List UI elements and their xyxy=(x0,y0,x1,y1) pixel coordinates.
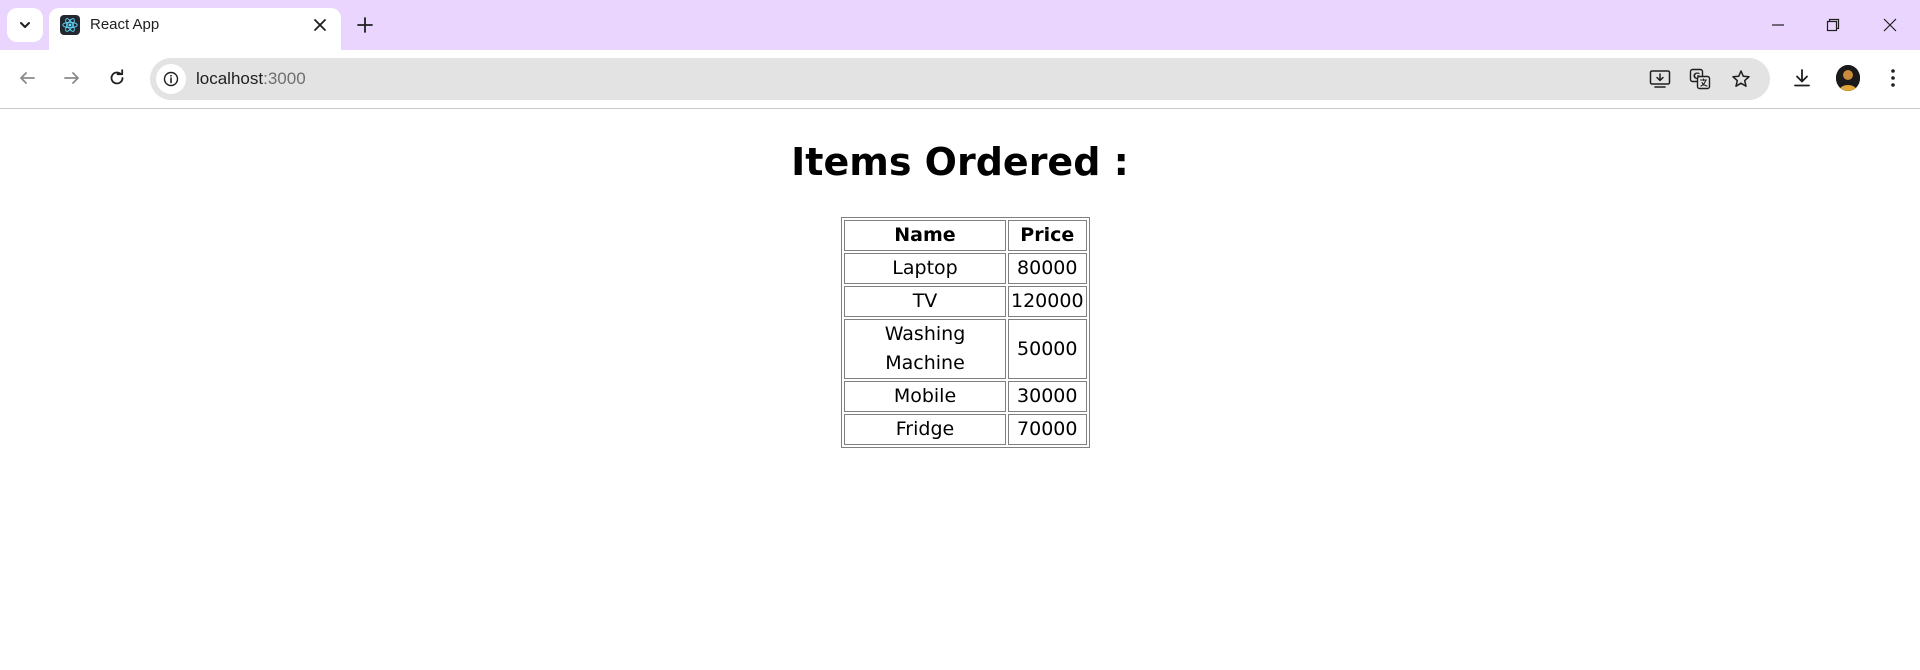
site-info-button[interactable] xyxy=(156,64,186,94)
star-icon xyxy=(1732,70,1750,87)
cell-name: Fridge xyxy=(844,414,1006,445)
table-row: TV 120000 xyxy=(844,286,1087,317)
reload-button[interactable] xyxy=(101,62,133,94)
close-icon xyxy=(314,19,326,31)
menu-button[interactable] xyxy=(1877,62,1909,94)
tab-search-button[interactable] xyxy=(7,8,43,42)
page-title: Items Ordered : xyxy=(791,140,1129,184)
reload-icon xyxy=(110,69,124,85)
cell-price: 30000 xyxy=(1008,381,1087,412)
cell-price: 50000 xyxy=(1008,319,1087,379)
downloads-button[interactable] xyxy=(1786,62,1818,94)
kebab-menu-icon xyxy=(1891,69,1895,87)
url-host: localhost xyxy=(196,69,264,88)
info-icon xyxy=(163,71,179,87)
translate-button[interactable]: G xyxy=(1687,66,1713,92)
restore-button[interactable] xyxy=(1815,10,1851,40)
close-icon xyxy=(1883,18,1897,32)
tab-close-button[interactable] xyxy=(309,14,331,36)
react-logo-icon xyxy=(60,15,80,35)
cell-name: TV xyxy=(844,286,1006,317)
cell-name: Mobile xyxy=(844,381,1006,412)
minimize-button[interactable] xyxy=(1760,10,1796,40)
arrow-right-icon xyxy=(64,72,79,84)
column-header-name: Name xyxy=(844,220,1006,251)
install-app-button[interactable] xyxy=(1647,66,1673,92)
minimize-icon xyxy=(1772,24,1784,26)
new-tab-button[interactable] xyxy=(352,12,378,38)
back-button[interactable] xyxy=(11,62,43,94)
table-header-row: Name Price xyxy=(844,220,1087,251)
cell-name: Washing Machine xyxy=(844,319,1006,379)
avatar-icon xyxy=(1836,65,1860,91)
cell-price: 70000 xyxy=(1008,414,1087,445)
tab-title: React App xyxy=(90,16,160,33)
install-app-icon xyxy=(1649,70,1671,88)
table-row: Washing Machine 50000 xyxy=(844,319,1087,379)
arrow-left-icon xyxy=(20,72,35,84)
url-text[interactable]: localhost:3000 xyxy=(196,69,306,89)
cell-price: 120000 xyxy=(1008,286,1087,317)
page-viewport: Items Ordered : Name Price Laptop 80000 … xyxy=(0,109,1920,670)
cell-name: Laptop xyxy=(844,253,1006,284)
plus-icon xyxy=(357,17,373,33)
cell-price: 80000 xyxy=(1008,253,1087,284)
tab-react-app[interactable]: React App xyxy=(49,8,341,50)
profile-avatar[interactable] xyxy=(1836,65,1860,91)
column-header-price: Price xyxy=(1008,220,1087,251)
table-row: Laptop 80000 xyxy=(844,253,1087,284)
table-row: Fridge 70000 xyxy=(844,414,1087,445)
browser-toolbar: localhost:3000 G xyxy=(0,50,1920,109)
close-window-button[interactable] xyxy=(1872,10,1908,40)
download-icon xyxy=(1794,69,1810,87)
forward-button[interactable] xyxy=(56,62,88,94)
bookmark-button[interactable] xyxy=(1728,66,1754,92)
translate-icon: G xyxy=(1689,68,1711,90)
chevron-down-icon xyxy=(20,22,30,28)
restore-icon xyxy=(1826,18,1840,32)
table-row: Mobile 30000 xyxy=(844,381,1087,412)
tab-strip: React App xyxy=(0,0,1920,50)
url-port: :3000 xyxy=(263,69,306,88)
orders-table: Name Price Laptop 80000 TV 120000 Washin… xyxy=(841,217,1090,448)
address-bar[interactable]: localhost:3000 G xyxy=(150,58,1770,100)
